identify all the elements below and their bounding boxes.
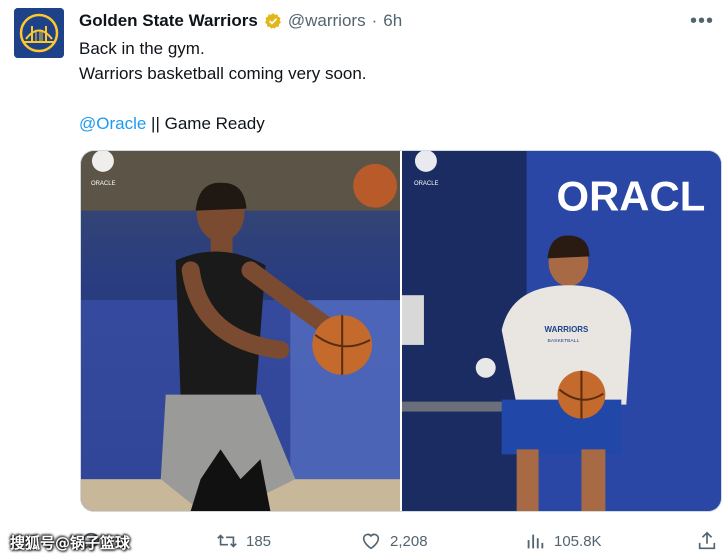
warriors-logo-icon xyxy=(14,8,64,58)
share-icon xyxy=(698,531,716,550)
text-line-2: Warriors basketball coming very soon. xyxy=(79,64,367,83)
text-line-3: @Oracle || Game Ready xyxy=(79,111,367,136)
more-icon[interactable]: ••• xyxy=(690,10,714,33)
post-time[interactable]: 6h xyxy=(383,11,402,31)
text-line-1: Back in the gym. xyxy=(79,39,205,58)
hoodie-subtext: BASKETBALL xyxy=(548,338,580,344)
views-icon xyxy=(527,534,544,549)
mention-link[interactable]: @Oracle xyxy=(79,114,146,133)
author-handle[interactable]: @warriors xyxy=(288,11,366,31)
views-button[interactable]: 105.8K xyxy=(524,526,602,556)
post-text: Back in the gym. Warriors basketball com… xyxy=(79,36,367,136)
photo-2-badge: ORACLE xyxy=(414,181,439,187)
like-icon xyxy=(362,533,380,550)
text-line-3-rest: || Game Ready xyxy=(146,114,265,133)
post-header: Golden State Warriors @warriors · 6h xyxy=(79,10,402,32)
retweet-button[interactable]: 185 xyxy=(216,526,271,556)
retweet-count: 185 xyxy=(246,532,272,550)
views-count: 105.8K xyxy=(554,532,602,550)
like-button[interactable]: 2,208 xyxy=(360,526,428,556)
verified-badge-icon xyxy=(264,13,281,29)
hoodie-text: WARRIORS xyxy=(545,325,589,334)
share-button[interactable] xyxy=(696,526,718,556)
media-grid: ORACLE ORACL WARRIORS BASKETBALL ORACLE xyxy=(80,150,722,512)
avatar[interactable] xyxy=(14,8,64,58)
like-count: 2,208 xyxy=(390,532,428,550)
watermark: 搜狐号@锅子篮球 xyxy=(10,534,131,552)
retweet-icon xyxy=(217,534,237,548)
photo-1[interactable]: ORACLE xyxy=(81,151,400,511)
photo-1-badge: ORACLE xyxy=(91,181,116,187)
author-name[interactable]: Golden State Warriors xyxy=(79,11,258,31)
oracle-wall-text: ORACL xyxy=(557,173,706,220)
separator: · xyxy=(371,11,378,30)
photo-2[interactable]: ORACL WARRIORS BASKETBALL ORACLE xyxy=(402,151,721,511)
